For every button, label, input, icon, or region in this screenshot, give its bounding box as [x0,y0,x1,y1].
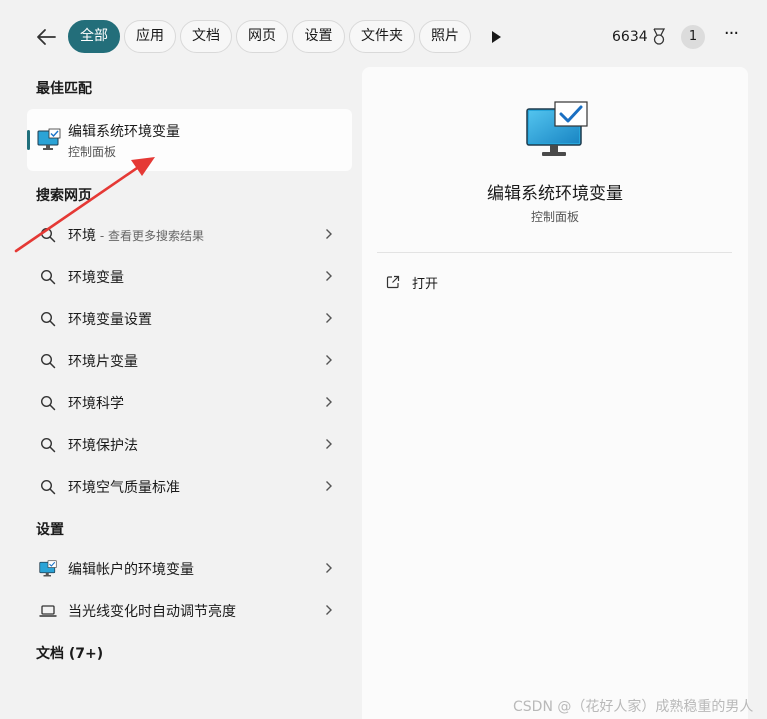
chevron-right-icon [323,560,335,576]
web-result-hint: - 查看更多搜索结果 [96,229,204,243]
search-icon [39,352,57,370]
selection-indicator [27,130,30,150]
detail-title: 编辑系统环境变量 [487,184,623,204]
more-options-button[interactable]: ··· [718,25,744,49]
filter-tab-all[interactable]: 全部 [68,20,120,53]
web-result-item[interactable]: 环境片变量 [27,340,352,380]
chevron-right-icon [323,268,335,284]
account-avatar[interactable]: 1 [681,25,705,49]
documents-heading[interactable]: 文档 (7+) [36,643,103,663]
search-icon [39,436,57,454]
chevron-right-icon [323,478,335,494]
laptop-icon [39,602,57,620]
more-filters-button[interactable] [484,26,508,48]
open-external-icon [386,275,400,289]
watermark: CSDN @（花好人家）成熟稳重的男人 [513,699,754,715]
search-icon [39,268,57,286]
search-icon [39,310,57,328]
filter-tab-apps[interactable]: 应用 [124,20,176,53]
chevron-right-icon [323,394,335,410]
search-icon [39,226,57,244]
web-result-query: 环境 [68,228,96,244]
best-match-heading: 最佳匹配 [36,81,92,97]
open-action[interactable]: 打开 [386,270,438,294]
settings-result-label: 当光线变化时自动调节亮度 [68,604,236,620]
play-icon [492,31,501,43]
medal-icon [653,28,665,45]
settings-result-item[interactable]: 编辑帐户的环境变量 [27,548,352,588]
settings-result-label: 编辑帐户的环境变量 [68,562,194,578]
best-match-result[interactable]: 编辑系统环境变量 控制面板 [27,109,352,171]
settings-result-item[interactable]: 当光线变化时自动调节亮度 [27,590,352,630]
web-result-label: 环境片变量 [68,354,138,370]
filter-tab-web[interactable]: 网页 [236,20,288,53]
web-search-heading: 搜索网页 [36,188,92,204]
search-filter-bar: 全部 应用 文档 网页 设置 文件夹 照片 6634 1 ··· [0,0,767,72]
search-icon [39,478,57,496]
open-action-label: 打开 [412,276,439,292]
web-result-item[interactable]: 环境变量 [27,256,352,296]
filter-tab-photos[interactable]: 照片 [419,20,471,53]
system-properties-icon [39,560,57,578]
detail-subtitle: 控制面板 [530,210,579,224]
filter-tab-documents[interactable]: 文档 [180,20,232,53]
system-properties-icon [37,128,61,156]
web-result-label: 环境空气质量标准 [68,480,180,496]
chevron-right-icon [323,602,335,618]
web-result-item[interactable]: 环境变量设置 [27,298,352,338]
web-result-item[interactable]: 环境空气质量标准 [27,466,352,506]
rewards-points[interactable]: 6634 [612,28,667,46]
filter-tab-folders[interactable]: 文件夹 [349,20,415,53]
chevron-right-icon [323,310,335,326]
chevron-right-icon [323,226,335,242]
best-match-title: 编辑系统环境变量 [68,124,180,140]
system-properties-icon [526,101,588,161]
chevron-right-icon [323,436,335,452]
web-result-label: 环境变量 [68,270,124,286]
rewards-points-value: 6634 [612,29,648,45]
web-result-label: 环境变量设置 [68,312,152,328]
divider [377,252,732,253]
back-button[interactable] [30,22,62,52]
best-match-subtitle: 控制面板 [68,145,117,159]
settings-heading: 设置 [36,522,64,538]
web-result-label: 环境科学 [68,396,124,412]
web-result-item[interactable]: 环境科学 [27,382,352,422]
web-result-more[interactable]: 环境 - 查看更多搜索结果 [27,214,352,254]
web-result-label: 环境保护法 [68,438,138,454]
web-result-item[interactable]: 环境保护法 [27,424,352,464]
chevron-right-icon [323,352,335,368]
filter-tab-settings[interactable]: 设置 [292,20,345,53]
back-arrow-icon [37,29,56,45]
detail-pane: 编辑系统环境变量 控制面板 打开 [362,67,748,719]
search-icon [39,394,57,412]
